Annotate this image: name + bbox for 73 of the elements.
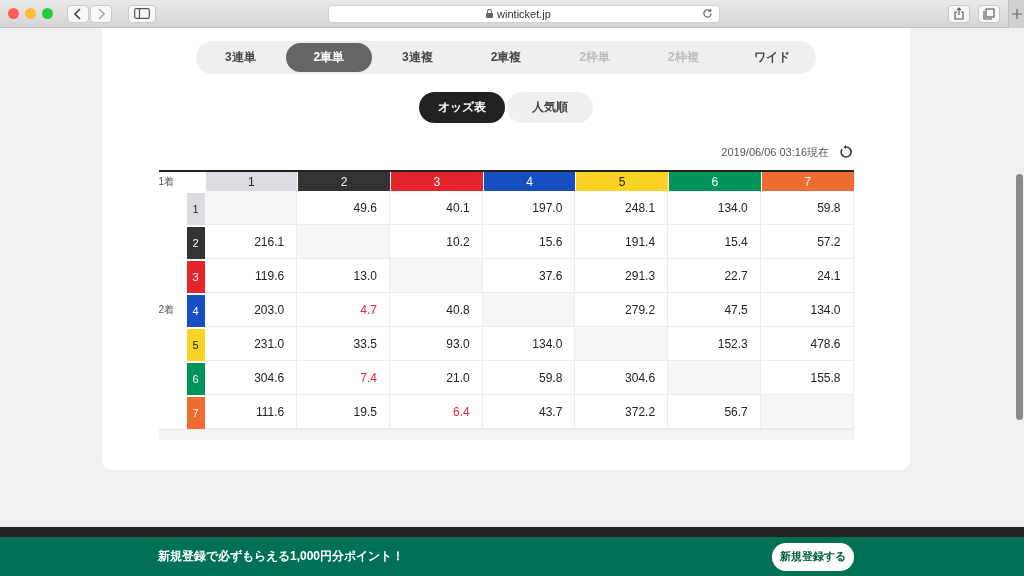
column-header: 2 xyxy=(297,172,390,191)
odds-cell[interactable]: 59.8 xyxy=(760,191,854,225)
row-header: 2 xyxy=(186,225,205,259)
odds-cell[interactable]: 59.8 xyxy=(482,361,576,395)
odds-cell[interactable]: 4.7 xyxy=(297,293,390,327)
odds-cell[interactable]: 478.6 xyxy=(760,327,854,361)
chevron-left-icon xyxy=(74,7,82,20)
url-text: winticket.jp xyxy=(497,7,551,20)
row-header: 3 xyxy=(186,259,205,293)
lock-icon xyxy=(486,9,494,18)
bet-type-tab[interactable]: 3連複 xyxy=(374,43,461,72)
share-icon xyxy=(954,7,964,20)
new-tab-button[interactable] xyxy=(1008,0,1024,28)
row-header: 7 xyxy=(186,395,205,429)
odds-cell[interactable]: 47.5 xyxy=(668,293,761,327)
row-header: 6 xyxy=(186,361,205,395)
odds-cell[interactable]: 248.1 xyxy=(575,191,669,225)
odds-cell[interactable]: 15.4 xyxy=(668,225,761,259)
odds-cell[interactable]: 7.4 xyxy=(297,361,390,395)
odds-cell[interactable]: 119.6 xyxy=(204,259,298,293)
odds-cell[interactable]: 57.2 xyxy=(760,225,854,259)
odds-cell[interactable]: 21.0 xyxy=(389,361,483,395)
plus-icon xyxy=(1011,8,1022,19)
odds-cell[interactable]: 40.1 xyxy=(389,191,483,225)
minimize-icon[interactable] xyxy=(25,8,36,19)
row-header: 1 xyxy=(186,191,205,225)
odds-cell[interactable]: 304.6 xyxy=(204,361,298,395)
view-tab[interactable]: オッズ表 xyxy=(419,92,505,123)
reload-icon[interactable] xyxy=(702,8,713,19)
view-tab[interactable]: 人気順 xyxy=(507,92,593,123)
chevron-right-icon xyxy=(97,7,105,20)
odds-cell[interactable]: 15.6 xyxy=(482,225,576,259)
column-header: 1 xyxy=(204,172,298,191)
odds-cell[interactable]: 22.7 xyxy=(668,259,761,293)
odds-cell[interactable]: 291.3 xyxy=(575,259,669,293)
column-header: 4 xyxy=(482,172,576,191)
sidebar-button[interactable] xyxy=(128,4,156,23)
close-icon[interactable] xyxy=(8,8,19,19)
signup-button[interactable]: 新規登録する xyxy=(772,542,854,571)
column-header: 3 xyxy=(389,172,483,191)
back-button[interactable] xyxy=(67,4,89,23)
sidebar-icon xyxy=(134,8,150,19)
banner-text: 新規登録で必ずもらえる1,000円分ポイント！ xyxy=(158,548,405,565)
scrollbar[interactable] xyxy=(1016,174,1023,420)
bet-type-tab[interactable]: 2車単 xyxy=(285,43,373,72)
address-bar[interactable]: winticket.jp xyxy=(328,4,720,23)
row-header: 5 xyxy=(186,327,205,361)
tabs-icon xyxy=(983,7,995,20)
refresh-icon[interactable] xyxy=(839,145,853,159)
share-button[interactable] xyxy=(948,4,970,23)
odds-cell[interactable]: 191.4 xyxy=(575,225,669,259)
odds-cell[interactable]: 93.0 xyxy=(389,327,483,361)
odds-cell[interactable]: 134.0 xyxy=(760,293,854,327)
zoom-icon[interactable] xyxy=(42,8,53,19)
timestamp: 2019/06/06 03:16現在 xyxy=(721,144,829,160)
odds-cell[interactable]: 24.1 xyxy=(760,259,854,293)
odds-cell[interactable]: 134.0 xyxy=(668,191,761,225)
bet-type-tab[interactable]: 2車複 xyxy=(462,43,550,72)
column-axis-label: 1着 xyxy=(158,174,176,189)
row-axis-label: 2着 xyxy=(158,303,176,317)
odds-cell[interactable]: 197.0 xyxy=(482,191,576,225)
tabs-button[interactable] xyxy=(978,4,1000,23)
bet-type-tab[interactable]: ワイド xyxy=(728,43,816,72)
column-header: 7 xyxy=(760,172,854,191)
odds-cell[interactable]: 33.5 xyxy=(297,327,390,361)
column-header: 5 xyxy=(575,172,669,191)
odds-cell[interactable]: 203.0 xyxy=(204,293,298,327)
row-header: 4 xyxy=(186,293,205,327)
odds-cell[interactable]: 231.0 xyxy=(204,327,298,361)
bet-type-tab[interactable]: 3連単 xyxy=(197,43,284,72)
odds-cell[interactable]: 13.0 xyxy=(297,259,390,293)
odds-cell[interactable]: 40.8 xyxy=(389,293,483,327)
column-header: 6 xyxy=(668,172,761,191)
